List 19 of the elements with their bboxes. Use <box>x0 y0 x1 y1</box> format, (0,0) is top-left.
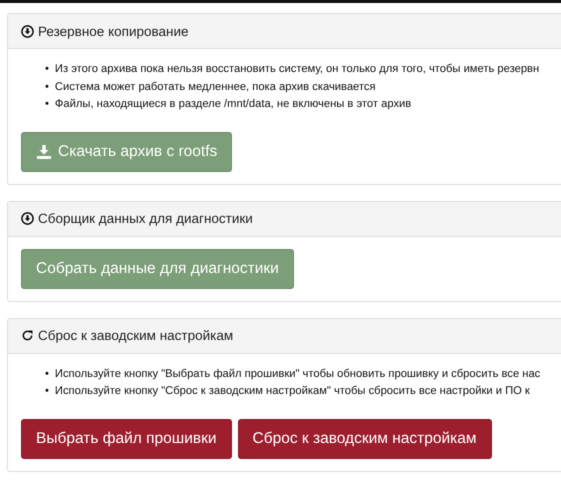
action-button[interactable]: Выбрать файл прошивки <box>21 418 232 458</box>
note-text: Используйте кнопку "Выбрать файл прошивки" чтобы обновить прошивку и сбросить все нас <box>54 366 540 382</box>
action-button[interactable]: Сброс к заводским настройкам <box>238 418 492 458</box>
note-text: Используйте кнопку "Сброс к заводским настройкам" чтобы сбросить все настройки и ПО к <box>54 384 530 399</box>
bullet-mark: • <box>45 97 49 112</box>
note-text: Из этого архива пока нельзя восстановить систему, он только для того, чтобы иметь резервн <box>54 62 540 77</box>
download-circle-icon <box>21 24 34 38</box>
panel-title: Сброс к заводским настройкам <box>38 328 234 343</box>
bullet-mark: • <box>45 366 49 382</box>
download-tray-icon <box>36 144 52 160</box>
bullet-mark: • <box>45 80 49 94</box>
download-circle-icon <box>21 212 34 225</box>
note-text: Файлы, находящиеся в разделе /mnt/data, не включены в этот архив <box>54 97 412 112</box>
panel-title: Сборщик данных для диагностики <box>38 211 253 226</box>
bullet-mark: • <box>45 62 49 77</box>
refresh-icon <box>21 329 34 342</box>
note-text: Система может работать медленнее, пока архив скачивается <box>54 80 376 94</box>
bullet-mark: • <box>45 384 49 399</box>
panel-title: Резервное копирование <box>38 24 189 38</box>
